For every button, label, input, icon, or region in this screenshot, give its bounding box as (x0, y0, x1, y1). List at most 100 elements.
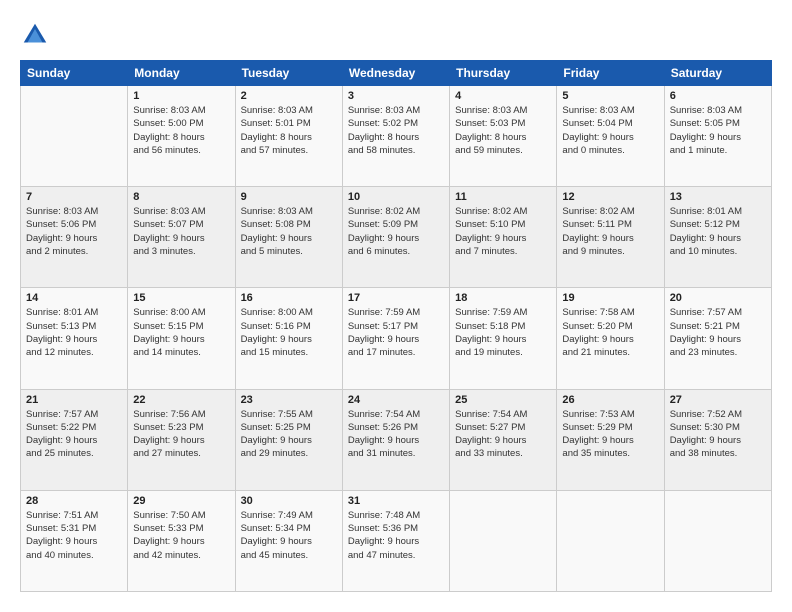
day-number: 18 (455, 292, 551, 304)
day-number: 9 (241, 191, 337, 203)
day-number: 28 (26, 495, 122, 507)
day-info: Sunrise: 8:03 AM Sunset: 5:07 PM Dayligh… (133, 205, 229, 258)
day-number: 17 (348, 292, 444, 304)
day-info: Sunrise: 7:56 AM Sunset: 5:23 PM Dayligh… (133, 408, 229, 461)
weekday-monday: Monday (128, 61, 235, 86)
day-number: 11 (455, 191, 551, 203)
calendar-body: 1 Sunrise: 8:03 AM Sunset: 5:00 PM Daylig… (21, 86, 772, 592)
calendar-cell (557, 490, 664, 591)
day-info: Sunrise: 7:55 AM Sunset: 5:25 PM Dayligh… (241, 408, 337, 461)
page: SundayMondayTuesdayWednesdayThursdayFrid… (0, 0, 792, 612)
day-number: 20 (670, 292, 766, 304)
day-info: Sunrise: 8:02 AM Sunset: 5:11 PM Dayligh… (562, 205, 658, 258)
day-number: 4 (455, 90, 551, 102)
day-number: 5 (562, 90, 658, 102)
calendar-cell: 13 Sunrise: 8:01 AM Sunset: 5:12 PM Dayli… (664, 187, 771, 288)
calendar-cell: 31 Sunrise: 7:48 AM Sunset: 5:36 PM Dayli… (342, 490, 449, 591)
day-info: Sunrise: 8:03 AM Sunset: 5:01 PM Dayligh… (241, 104, 337, 157)
calendar-cell: 3 Sunrise: 8:03 AM Sunset: 5:02 PM Daylig… (342, 86, 449, 187)
day-info: Sunrise: 7:54 AM Sunset: 5:26 PM Dayligh… (348, 408, 444, 461)
calendar-week-1: 1 Sunrise: 8:03 AM Sunset: 5:00 PM Daylig… (21, 86, 772, 187)
calendar-cell: 14 Sunrise: 8:01 AM Sunset: 5:13 PM Dayli… (21, 288, 128, 389)
day-info: Sunrise: 7:49 AM Sunset: 5:34 PM Dayligh… (241, 509, 337, 562)
day-info: Sunrise: 8:03 AM Sunset: 5:00 PM Dayligh… (133, 104, 229, 157)
calendar-cell: 28 Sunrise: 7:51 AM Sunset: 5:31 PM Dayli… (21, 490, 128, 591)
calendar-cell (21, 86, 128, 187)
calendar-header: SundayMondayTuesdayWednesdayThursdayFrid… (21, 61, 772, 86)
calendar-cell: 22 Sunrise: 7:56 AM Sunset: 5:23 PM Dayli… (128, 389, 235, 490)
day-number: 16 (241, 292, 337, 304)
calendar-cell: 10Sunrise: 8:02 AM Sunset: 5:09 PM Dayli… (342, 187, 449, 288)
day-number: 23 (241, 394, 337, 406)
weekday-wednesday: Wednesday (342, 61, 449, 86)
calendar-cell: 24 Sunrise: 7:54 AM Sunset: 5:26 PM Dayli… (342, 389, 449, 490)
day-info: Sunrise: 8:01 AM Sunset: 5:12 PM Dayligh… (670, 205, 766, 258)
day-number: 26 (562, 394, 658, 406)
day-info: Sunrise: 8:03 AM Sunset: 5:03 PM Dayligh… (455, 104, 551, 157)
day-info: Sunrise: 8:03 AM Sunset: 5:06 PM Dayligh… (26, 205, 122, 258)
calendar-table: SundayMondayTuesdayWednesdayThursdayFrid… (20, 60, 772, 592)
calendar-cell: 4 Sunrise: 8:03 AM Sunset: 5:03 PM Daylig… (450, 86, 557, 187)
calendar-cell (664, 490, 771, 591)
day-number: 3 (348, 90, 444, 102)
calendar-cell: 17 Sunrise: 7:59 AM Sunset: 5:17 PM Dayli… (342, 288, 449, 389)
day-number: 27 (670, 394, 766, 406)
weekday-thursday: Thursday (450, 61, 557, 86)
calendar-cell: 11 Sunrise: 8:02 AM Sunset: 5:10 PM Dayli… (450, 187, 557, 288)
weekday-saturday: Saturday (664, 61, 771, 86)
day-number: 1 (133, 90, 229, 102)
day-number: 13 (670, 191, 766, 203)
day-info: Sunrise: 8:02 AM Sunset: 5:09 PM Dayligh… (348, 205, 444, 258)
day-info: Sunrise: 7:59 AM Sunset: 5:18 PM Dayligh… (455, 306, 551, 359)
day-info: Sunrise: 8:00 AM Sunset: 5:15 PM Dayligh… (133, 306, 229, 359)
calendar-cell: 5Sunrise: 8:03 AM Sunset: 5:04 PM Daylig… (557, 86, 664, 187)
calendar-cell: 27 Sunrise: 7:52 AM Sunset: 5:30 PM Dayli… (664, 389, 771, 490)
calendar-cell: 1 Sunrise: 8:03 AM Sunset: 5:00 PM Daylig… (128, 86, 235, 187)
calendar-cell: 30 Sunrise: 7:49 AM Sunset: 5:34 PM Dayli… (235, 490, 342, 591)
calendar-cell: 7Sunrise: 8:03 AM Sunset: 5:06 PM Daylig… (21, 187, 128, 288)
day-info: Sunrise: 8:03 AM Sunset: 5:02 PM Dayligh… (348, 104, 444, 157)
day-info: Sunrise: 8:00 AM Sunset: 5:16 PM Dayligh… (241, 306, 337, 359)
day-info: Sunrise: 7:53 AM Sunset: 5:29 PM Dayligh… (562, 408, 658, 461)
calendar-cell: 20 Sunrise: 7:57 AM Sunset: 5:21 PM Dayli… (664, 288, 771, 389)
day-number: 24 (348, 394, 444, 406)
day-number: 19 (562, 292, 658, 304)
day-info: Sunrise: 7:50 AM Sunset: 5:33 PM Dayligh… (133, 509, 229, 562)
day-number: 14 (26, 292, 122, 304)
calendar-cell: 6 Sunrise: 8:03 AM Sunset: 5:05 PM Daylig… (664, 86, 771, 187)
day-info: Sunrise: 7:48 AM Sunset: 5:36 PM Dayligh… (348, 509, 444, 562)
calendar-cell: 2 Sunrise: 8:03 AM Sunset: 5:01 PM Daylig… (235, 86, 342, 187)
day-number: 8 (133, 191, 229, 203)
day-info: Sunrise: 7:57 AM Sunset: 5:21 PM Dayligh… (670, 306, 766, 359)
calendar-cell: 12Sunrise: 8:02 AM Sunset: 5:11 PM Dayli… (557, 187, 664, 288)
day-info: Sunrise: 8:02 AM Sunset: 5:10 PM Dayligh… (455, 205, 551, 258)
header (20, 20, 772, 50)
calendar-cell: 19 Sunrise: 7:58 AM Sunset: 5:20 PM Dayli… (557, 288, 664, 389)
day-number: 29 (133, 495, 229, 507)
weekday-sunday: Sunday (21, 61, 128, 86)
calendar-week-2: 7Sunrise: 8:03 AM Sunset: 5:06 PM Daylig… (21, 187, 772, 288)
day-info: Sunrise: 8:03 AM Sunset: 5:08 PM Dayligh… (241, 205, 337, 258)
day-number: 30 (241, 495, 337, 507)
day-number: 2 (241, 90, 337, 102)
day-info: Sunrise: 7:51 AM Sunset: 5:31 PM Dayligh… (26, 509, 122, 562)
weekday-friday: Friday (557, 61, 664, 86)
day-info: Sunrise: 7:52 AM Sunset: 5:30 PM Dayligh… (670, 408, 766, 461)
calendar-week-4: 21Sunrise: 7:57 AM Sunset: 5:22 PM Dayli… (21, 389, 772, 490)
calendar-cell: 29 Sunrise: 7:50 AM Sunset: 5:33 PM Dayli… (128, 490, 235, 591)
calendar-cell: 26 Sunrise: 7:53 AM Sunset: 5:29 PM Dayli… (557, 389, 664, 490)
day-info: Sunrise: 7:54 AM Sunset: 5:27 PM Dayligh… (455, 408, 551, 461)
day-info: Sunrise: 8:01 AM Sunset: 5:13 PM Dayligh… (26, 306, 122, 359)
day-info: Sunrise: 8:03 AM Sunset: 5:05 PM Dayligh… (670, 104, 766, 157)
calendar-cell: 9 Sunrise: 8:03 AM Sunset: 5:08 PM Daylig… (235, 187, 342, 288)
day-number: 31 (348, 495, 444, 507)
calendar-cell: 23 Sunrise: 7:55 AM Sunset: 5:25 PM Dayli… (235, 389, 342, 490)
day-info: Sunrise: 7:59 AM Sunset: 5:17 PM Dayligh… (348, 306, 444, 359)
logo-icon (20, 20, 50, 50)
day-info: Sunrise: 7:57 AM Sunset: 5:22 PM Dayligh… (26, 408, 122, 461)
day-number: 22 (133, 394, 229, 406)
calendar-cell: 16 Sunrise: 8:00 AM Sunset: 5:16 PM Dayli… (235, 288, 342, 389)
day-info: Sunrise: 7:58 AM Sunset: 5:20 PM Dayligh… (562, 306, 658, 359)
day-number: 6 (670, 90, 766, 102)
calendar-week-5: 28 Sunrise: 7:51 AM Sunset: 5:31 PM Dayli… (21, 490, 772, 591)
